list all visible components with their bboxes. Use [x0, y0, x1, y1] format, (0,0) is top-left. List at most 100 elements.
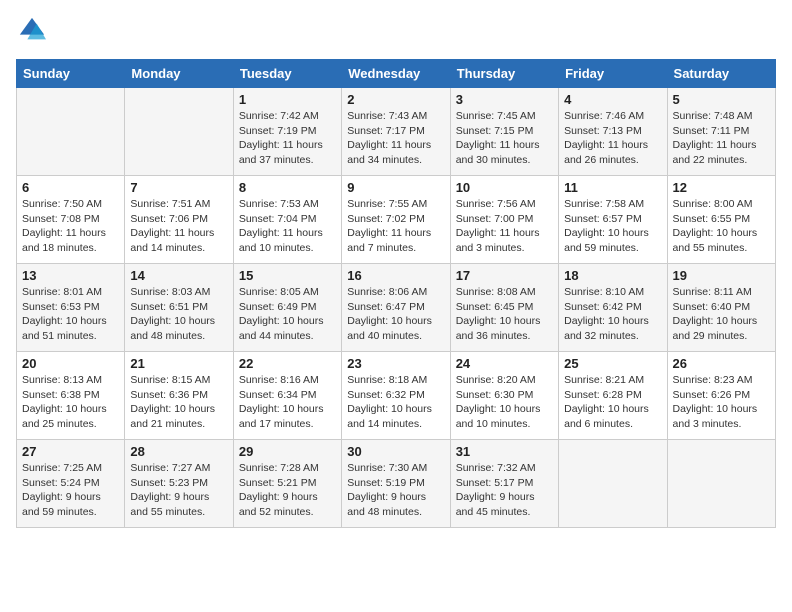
calendar-cell: 6 Sunrise: 7:50 AM Sunset: 7:08 PM Daylig… [17, 176, 125, 264]
day-info: Sunrise: 7:56 AM Sunset: 7:00 PM Dayligh… [456, 197, 553, 256]
calendar-week-row: 27 Sunrise: 7:25 AM Sunset: 5:24 PM Dayli… [17, 440, 776, 528]
calendar-week-row: 20Sunrise: 8:13 AM Sunset: 6:38 PM Dayli… [17, 352, 776, 440]
calendar-cell [559, 440, 667, 528]
calendar-week-row: 1 Sunrise: 7:42 AM Sunset: 7:19 PM Daylig… [17, 88, 776, 176]
day-number: 28 [130, 444, 227, 459]
weekday-header-sunday: Sunday [17, 60, 125, 88]
calendar-cell: 7Sunrise: 7:51 AM Sunset: 7:06 PM Daylig… [125, 176, 233, 264]
calendar-cell: 12 Sunrise: 8:00 AM Sunset: 6:55 PM Dayli… [667, 176, 775, 264]
weekday-header-friday: Friday [559, 60, 667, 88]
day-number: 18 [564, 268, 661, 283]
day-number: 27 [22, 444, 119, 459]
day-number: 22 [239, 356, 336, 371]
calendar-cell: 2 Sunrise: 7:43 AM Sunset: 7:17 PM Daylig… [342, 88, 450, 176]
day-info: Sunrise: 8:00 AM Sunset: 6:55 PM Dayligh… [673, 197, 770, 256]
day-info: Sunrise: 7:25 AM Sunset: 5:24 PM Dayligh… [22, 461, 119, 520]
day-number: 5 [673, 92, 770, 107]
calendar-cell [17, 88, 125, 176]
calendar-cell: 1 Sunrise: 7:42 AM Sunset: 7:19 PM Daylig… [233, 88, 341, 176]
day-info: Sunrise: 8:20 AM Sunset: 6:30 PM Dayligh… [456, 373, 553, 432]
day-info: Sunrise: 8:21 AM Sunset: 6:28 PM Dayligh… [564, 373, 661, 432]
calendar-cell: 13Sunrise: 8:01 AM Sunset: 6:53 PM Dayli… [17, 264, 125, 352]
day-info: Sunrise: 8:03 AM Sunset: 6:51 PM Dayligh… [130, 285, 227, 344]
logo [16, 16, 46, 49]
day-number: 25 [564, 356, 661, 371]
day-number: 30 [347, 444, 444, 459]
calendar-cell: 26 Sunrise: 8:23 AM Sunset: 6:26 PM Dayli… [667, 352, 775, 440]
calendar-cell: 20Sunrise: 8:13 AM Sunset: 6:38 PM Dayli… [17, 352, 125, 440]
day-number: 1 [239, 92, 336, 107]
day-info: Sunrise: 7:43 AM Sunset: 7:17 PM Dayligh… [347, 109, 444, 168]
day-number: 11 [564, 180, 661, 195]
day-info: Sunrise: 7:48 AM Sunset: 7:11 PM Dayligh… [673, 109, 770, 168]
calendar-cell [667, 440, 775, 528]
calendar-cell [125, 88, 233, 176]
day-info: Sunrise: 8:13 AM Sunset: 6:38 PM Dayligh… [22, 373, 119, 432]
day-info: Sunrise: 8:18 AM Sunset: 6:32 PM Dayligh… [347, 373, 444, 432]
day-number: 31 [456, 444, 553, 459]
weekday-header-tuesday: Tuesday [233, 60, 341, 88]
calendar-cell: 15Sunrise: 8:05 AM Sunset: 6:49 PM Dayli… [233, 264, 341, 352]
calendar-cell: 4Sunrise: 7:46 AM Sunset: 7:13 PM Daylig… [559, 88, 667, 176]
logo-icon [18, 16, 46, 44]
calendar-cell: 5 Sunrise: 7:48 AM Sunset: 7:11 PM Daylig… [667, 88, 775, 176]
day-info: Sunrise: 7:30 AM Sunset: 5:19 PM Dayligh… [347, 461, 444, 520]
calendar-cell: 14 Sunrise: 8:03 AM Sunset: 6:51 PM Dayli… [125, 264, 233, 352]
calendar-cell: 3Sunrise: 7:45 AM Sunset: 7:15 PM Daylig… [450, 88, 558, 176]
day-number: 10 [456, 180, 553, 195]
calendar-table: SundayMondayTuesdayWednesdayThursdayFrid… [16, 59, 776, 528]
page-header [16, 16, 776, 49]
calendar-cell: 24Sunrise: 8:20 AM Sunset: 6:30 PM Dayli… [450, 352, 558, 440]
day-number: 15 [239, 268, 336, 283]
calendar-cell: 16 Sunrise: 8:06 AM Sunset: 6:47 PM Dayli… [342, 264, 450, 352]
day-info: Sunrise: 8:15 AM Sunset: 6:36 PM Dayligh… [130, 373, 227, 432]
day-info: Sunrise: 7:27 AM Sunset: 5:23 PM Dayligh… [130, 461, 227, 520]
calendar-cell: 19 Sunrise: 8:11 AM Sunset: 6:40 PM Dayli… [667, 264, 775, 352]
day-number: 19 [673, 268, 770, 283]
weekday-header-monday: Monday [125, 60, 233, 88]
day-number: 6 [22, 180, 119, 195]
calendar-cell: 29 Sunrise: 7:28 AM Sunset: 5:21 PM Dayli… [233, 440, 341, 528]
calendar-cell: 22Sunrise: 8:16 AM Sunset: 6:34 PM Dayli… [233, 352, 341, 440]
day-number: 21 [130, 356, 227, 371]
weekday-header-saturday: Saturday [667, 60, 775, 88]
day-info: Sunrise: 7:28 AM Sunset: 5:21 PM Dayligh… [239, 461, 336, 520]
day-info: Sunrise: 8:06 AM Sunset: 6:47 PM Dayligh… [347, 285, 444, 344]
day-info: Sunrise: 7:51 AM Sunset: 7:06 PM Dayligh… [130, 197, 227, 256]
day-number: 26 [673, 356, 770, 371]
weekday-header-thursday: Thursday [450, 60, 558, 88]
calendar-cell: 11 Sunrise: 7:58 AM Sunset: 6:57 PM Dayli… [559, 176, 667, 264]
calendar-cell: 28 Sunrise: 7:27 AM Sunset: 5:23 PM Dayli… [125, 440, 233, 528]
calendar-week-row: 6 Sunrise: 7:50 AM Sunset: 7:08 PM Daylig… [17, 176, 776, 264]
calendar-cell: 23Sunrise: 8:18 AM Sunset: 6:32 PM Dayli… [342, 352, 450, 440]
day-info: Sunrise: 7:58 AM Sunset: 6:57 PM Dayligh… [564, 197, 661, 256]
day-number: 29 [239, 444, 336, 459]
day-number: 17 [456, 268, 553, 283]
day-info: Sunrise: 7:32 AM Sunset: 5:17 PM Dayligh… [456, 461, 553, 520]
day-number: 2 [347, 92, 444, 107]
day-info: Sunrise: 8:23 AM Sunset: 6:26 PM Dayligh… [673, 373, 770, 432]
day-number: 9 [347, 180, 444, 195]
day-info: Sunrise: 8:10 AM Sunset: 6:42 PM Dayligh… [564, 285, 661, 344]
day-info: Sunrise: 7:42 AM Sunset: 7:19 PM Dayligh… [239, 109, 336, 168]
day-number: 14 [130, 268, 227, 283]
calendar-cell: 10 Sunrise: 7:56 AM Sunset: 7:00 PM Dayli… [450, 176, 558, 264]
day-number: 13 [22, 268, 119, 283]
calendar-cell: 8 Sunrise: 7:53 AM Sunset: 7:04 PM Daylig… [233, 176, 341, 264]
day-number: 12 [673, 180, 770, 195]
weekday-header-row: SundayMondayTuesdayWednesdayThursdayFrid… [17, 60, 776, 88]
day-info: Sunrise: 8:08 AM Sunset: 6:45 PM Dayligh… [456, 285, 553, 344]
calendar-cell: 21 Sunrise: 8:15 AM Sunset: 6:36 PM Dayli… [125, 352, 233, 440]
day-number: 16 [347, 268, 444, 283]
calendar-week-row: 13Sunrise: 8:01 AM Sunset: 6:53 PM Dayli… [17, 264, 776, 352]
calendar-cell: 30 Sunrise: 7:30 AM Sunset: 5:19 PM Dayli… [342, 440, 450, 528]
day-info: Sunrise: 7:45 AM Sunset: 7:15 PM Dayligh… [456, 109, 553, 168]
day-info: Sunrise: 7:50 AM Sunset: 7:08 PM Dayligh… [22, 197, 119, 256]
day-info: Sunrise: 7:53 AM Sunset: 7:04 PM Dayligh… [239, 197, 336, 256]
calendar-cell: 25 Sunrise: 8:21 AM Sunset: 6:28 PM Dayli… [559, 352, 667, 440]
day-info: Sunrise: 8:11 AM Sunset: 6:40 PM Dayligh… [673, 285, 770, 344]
calendar-cell: 17 Sunrise: 8:08 AM Sunset: 6:45 PM Dayli… [450, 264, 558, 352]
weekday-header-wednesday: Wednesday [342, 60, 450, 88]
day-number: 8 [239, 180, 336, 195]
calendar-cell: 9Sunrise: 7:55 AM Sunset: 7:02 PM Daylig… [342, 176, 450, 264]
